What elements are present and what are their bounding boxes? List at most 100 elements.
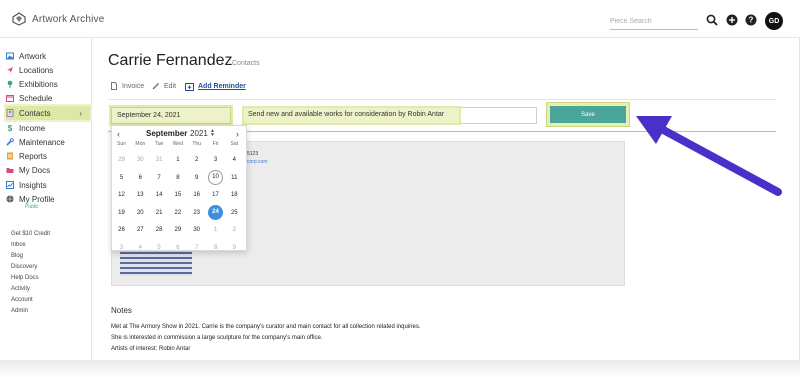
edit-button[interactable]: Edit [152, 82, 176, 90]
calendar-day[interactable]: 6 [169, 240, 187, 256]
calendar-day[interactable]: 29 [113, 152, 131, 168]
calendar-day[interactable]: 7 [150, 170, 168, 186]
sidebar-item-schedule[interactable]: Schedule [6, 91, 90, 105]
calendar-day[interactable]: 9 [225, 240, 243, 256]
reminder-message-text: Send new and available works for conside… [244, 108, 459, 123]
contacts-icon [6, 109, 14, 117]
calendar-icon [6, 94, 14, 102]
next-month-icon[interactable]: › [236, 129, 239, 139]
breadcrumb[interactable]: Contacts [232, 60, 260, 67]
calendar-day[interactable]: 2 [188, 152, 206, 168]
calendar-day[interactable]: 17 [207, 187, 225, 203]
calendar-day[interactable]: 1 [169, 152, 187, 168]
calendar-day[interactable]: 5 [113, 170, 131, 186]
sidebar-item-exhibitions[interactable]: Exhibitions [6, 77, 90, 91]
calendar-day[interactable]: 3 [113, 240, 131, 256]
calendar-plus-icon [185, 83, 194, 91]
year-stepper-icon[interactable]: ▲ ▼ [210, 129, 215, 138]
calendar-day[interactable]: 14 [150, 187, 168, 203]
sidebar-item-contacts[interactable]: Contacts › [6, 106, 90, 120]
user-avatar[interactable]: GD [765, 12, 783, 30]
calendar-day[interactable]: 4 [131, 240, 149, 256]
add-reminder-button[interactable]: Add Reminder [185, 82, 246, 91]
top-bar: Artwork Archive ? GD [0, 0, 800, 38]
app-logo[interactable]: Artwork Archive [12, 12, 104, 26]
sidebar-item-my-profile[interactable]: My Profile [6, 192, 90, 206]
link-admin[interactable]: Admin [11, 308, 28, 314]
calendar-day[interactable]: 8 [207, 240, 225, 256]
sidebar-item-reports[interactable]: Reports [6, 149, 90, 163]
search-icon[interactable] [706, 14, 718, 26]
calendar-day[interactable]: 9 [188, 170, 206, 186]
calendar-day[interactable]: 19 [113, 205, 131, 221]
save-button[interactable]: Save [550, 106, 626, 123]
weekday-label: Fri [212, 141, 219, 147]
calendar-day[interactable]: 28 [150, 222, 168, 238]
sidebar-item-income[interactable]: $ Income [6, 121, 90, 135]
logo-icon [12, 12, 26, 26]
calendar-day[interactable]: 25 [225, 205, 243, 221]
calendar-day[interactable]: 16 [188, 187, 206, 203]
image-icon [6, 52, 14, 60]
prev-month-icon[interactable]: ‹ [117, 129, 120, 139]
calendar-month[interactable]: September [146, 129, 187, 138]
app-name: Artwork Archive [32, 13, 105, 25]
app-window: Artwork Archive ? GD Artwork Locations E… [0, 0, 800, 377]
calendar-day[interactable]: 21 [150, 205, 168, 221]
note-line: Artists of interest: Robin Antar [111, 346, 191, 352]
calendar-day[interactable]: 13 [131, 187, 149, 203]
calendar-day[interactable]: 6 [131, 170, 149, 186]
link-account[interactable]: Account [11, 297, 33, 303]
link-activity[interactable]: Activity [11, 286, 30, 292]
piece-search-input[interactable] [610, 14, 698, 30]
breadcrumb-separator: / [221, 60, 223, 67]
help-icon[interactable]: ? [745, 14, 757, 26]
calendar-day[interactable]: 15 [169, 187, 187, 203]
calendar-day[interactable]: 27 [131, 222, 149, 238]
invoice-button[interactable]: Invoice [110, 82, 144, 90]
sidebar-item-my-docs[interactable]: My Docs [6, 163, 90, 177]
sidebar-item-artwork[interactable]: Artwork [6, 49, 90, 63]
calendar-day[interactable]: 23 [188, 205, 206, 221]
calendar-day[interactable]: 4 [225, 152, 243, 168]
link-get-credit[interactable]: Get $10 Credit [11, 231, 50, 237]
sidebar-item-label: Artwork [19, 51, 47, 61]
calendar-day[interactable]: 5 [150, 240, 168, 256]
calendar-day[interactable]: 22 [169, 205, 187, 221]
weekday-label: Wed [172, 141, 183, 147]
chevron-right-icon: › [79, 108, 82, 118]
calendar-day[interactable]: 8 [169, 170, 187, 186]
calendar-day[interactable]: 10 [208, 170, 223, 185]
calendar-day[interactable]: 12 [113, 187, 131, 203]
calendar-day[interactable]: 24 [208, 205, 223, 220]
calendar-day[interactable]: 1 [207, 222, 225, 238]
calendar-day[interactable]: 31 [150, 152, 168, 168]
calendar-year[interactable]: 2021 [190, 129, 208, 138]
reminder-message-input[interactable]: Send new and available works for conside… [243, 107, 537, 124]
calendar-day[interactable]: 7 [188, 240, 206, 256]
calendar-day[interactable]: 30 [188, 222, 206, 238]
reminder-date-input[interactable]: September 24, 2021 [111, 107, 231, 124]
calendar-day[interactable]: 18 [225, 187, 243, 203]
globe-icon [6, 195, 14, 203]
invoice-label: Invoice [122, 82, 145, 90]
profile-visibility: Public [25, 204, 39, 210]
calendar-day[interactable]: 29 [169, 222, 187, 238]
link-blog[interactable]: Blog [11, 253, 23, 259]
link-inbox[interactable]: Inbox [11, 242, 26, 248]
sidebar-item-insights[interactable]: Insights [6, 178, 90, 192]
add-icon[interactable] [726, 14, 738, 26]
link-help-docs[interactable]: Help Docs [11, 275, 39, 281]
calendar-day[interactable]: 2 [225, 222, 243, 238]
calendar-day[interactable]: 3 [207, 152, 225, 168]
report-icon [6, 152, 14, 160]
calendar-day[interactable]: 26 [113, 222, 131, 238]
link-discovery[interactable]: Discovery [11, 264, 37, 270]
calendar-day[interactable]: 11 [225, 170, 243, 186]
sidebar-item-maintenance[interactable]: Maintenance [6, 135, 90, 149]
divider [108, 99, 776, 100]
calendar-day[interactable]: 30 [131, 152, 149, 168]
sidebar-item-locations[interactable]: Locations [6, 63, 90, 77]
svg-text:$: $ [8, 124, 13, 132]
calendar-day[interactable]: 20 [131, 205, 149, 221]
